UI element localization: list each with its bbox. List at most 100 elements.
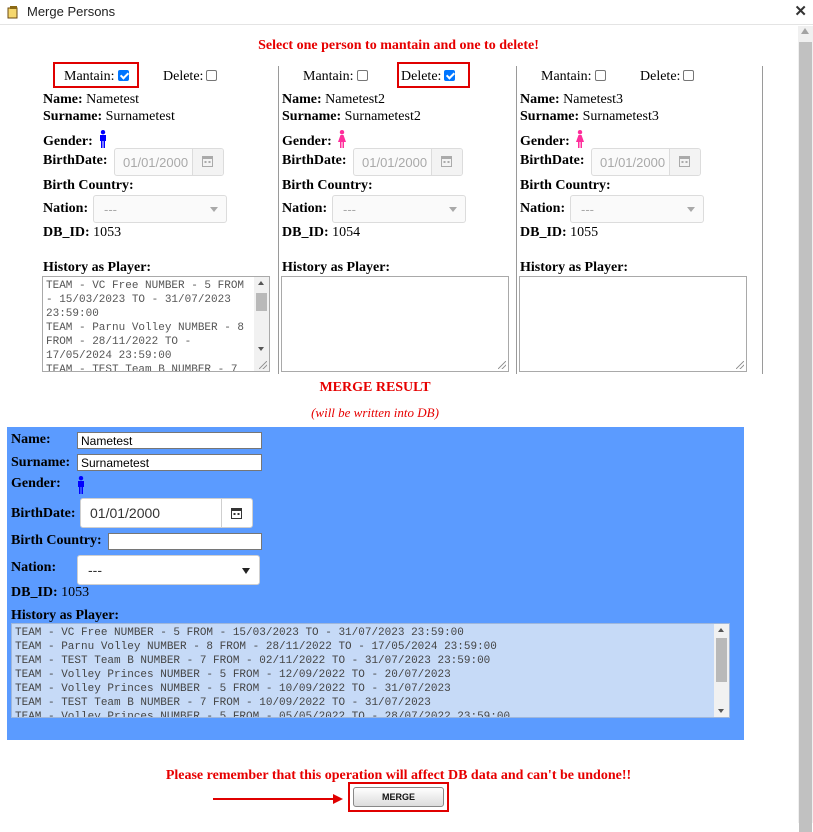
window-scrollbar[interactable] [798, 26, 813, 832]
checkbox-checked[interactable] [117, 70, 129, 82]
merge-nation-label: Nation: [11, 560, 57, 575]
person-column-2: Mantain: Delete: Name: Nametest2 Surname… [278, 62, 517, 374]
mantain-label: Mantain: [303, 69, 354, 84]
person-column-1: Mantain: Delete: Name: Nametest Surname:… [40, 62, 278, 374]
nation-select-disabled: --- [570, 195, 704, 223]
db-id-row: DB_ID: 1055 [520, 225, 599, 240]
db-id-row: DB_ID: 1054 [282, 225, 361, 240]
birthdate-input-disabled: 01/01/2000 [591, 148, 701, 176]
checkbox-unchecked[interactable] [206, 70, 218, 82]
birthdate-label: BirthDate: [520, 153, 585, 168]
birth-country-row: Birth Country: [520, 178, 611, 193]
merge-db-id-label: DB_ID: 1053 [11, 585, 90, 600]
surname-row: Surname: Surnametest3 [520, 109, 659, 124]
name-row: Name: Nametest [43, 92, 140, 107]
nation-select-disabled: --- [332, 195, 466, 223]
gender-row: Gender: [282, 130, 347, 150]
chevron-down-icon [687, 207, 695, 212]
app-icon [7, 6, 18, 19]
history-textarea[interactable] [281, 276, 509, 372]
merge-result-subtitle: (will be written into DB) [311, 405, 439, 420]
chevron-down-icon [210, 207, 218, 212]
merge-birth-country-label: Birth Country: [11, 533, 102, 548]
scroll-thumb[interactable] [799, 42, 812, 832]
merge-nation-select[interactable]: --- [77, 555, 260, 585]
history-textarea[interactable] [519, 276, 747, 372]
calendar-icon [231, 508, 242, 519]
birthdate-input-disabled: 01/01/2000 [114, 148, 224, 176]
gender-row: Gender: [43, 130, 107, 150]
textarea-scrollbar[interactable] [254, 277, 269, 371]
female-person-icon [576, 130, 585, 148]
female-person-icon [338, 130, 347, 148]
checkbox-unchecked[interactable] [594, 70, 606, 82]
person-name: Nametest [86, 92, 140, 107]
male-person-icon [78, 476, 84, 494]
birthdate-label: BirthDate: [282, 153, 347, 168]
person-surname: Surnametest3 [582, 109, 659, 124]
db-id-row: DB_ID: 1053 [43, 225, 122, 240]
db-id-value: 1053 [93, 225, 122, 240]
merge-birthdate-input[interactable]: 01/01/2000 [80, 498, 253, 528]
history-label: History as Player: [282, 260, 391, 275]
birthdate-input-disabled: 01/01/2000 [353, 148, 463, 176]
close-icon[interactable]: ✕ [794, 2, 807, 20]
db-id-value: 1055 [570, 225, 599, 240]
chevron-down-icon [242, 568, 250, 574]
merge-button[interactable]: MERGE [353, 787, 444, 807]
merge-history-textarea[interactable]: TEAM - VC Free NUMBER - 5 FROM - 15/03/2… [11, 623, 730, 718]
resize-grip-icon[interactable] [259, 361, 267, 369]
scroll-up-arrow-icon[interactable] [801, 28, 809, 34]
merge-birthdate-label: BirthDate: [11, 506, 76, 521]
checkbox-checked[interactable] [444, 70, 456, 82]
resize-grip-icon[interactable] [498, 361, 506, 369]
merge-name-input[interactable] [77, 432, 262, 449]
merge-result-title: MERGE RESULT [319, 380, 431, 395]
history-label: History as Player: [520, 260, 629, 275]
nation-label: Nation: [520, 201, 566, 216]
gender-row: Gender: [520, 130, 585, 150]
mantain-checkbox-2[interactable]: Mantain: [303, 68, 368, 86]
merge-name-label: Name: [11, 432, 51, 447]
resize-grip-icon[interactable] [736, 361, 744, 369]
merge-history-label: History as Player: [11, 608, 120, 623]
calendar-button[interactable] [221, 499, 252, 527]
person-column-3: Mantain: Delete: Name: Nametest3 Surname… [516, 66, 763, 374]
mantain-checkbox-3[interactable]: Mantain: [541, 68, 606, 86]
birth-country-row: Birth Country: [43, 178, 134, 193]
arrow-right-icon [213, 798, 335, 800]
nation-select-disabled: --- [93, 195, 227, 223]
mantain-checkbox-1[interactable]: Mantain: [64, 68, 129, 86]
delete-label: Delete: [401, 69, 442, 84]
mantain-label: Mantain: [64, 69, 115, 84]
calendar-icon [679, 156, 690, 167]
checkbox-unchecked[interactable] [683, 70, 695, 82]
nation-label: Nation: [282, 201, 328, 216]
checkbox-unchecked[interactable] [356, 70, 368, 82]
mantain-label: Mantain: [541, 69, 592, 84]
instruction-text: Select one person to mantain and one to … [258, 38, 539, 53]
person-surname: Surnametest2 [344, 109, 421, 124]
birthdate-label: BirthDate: [43, 153, 108, 168]
nation-label: Nation: [43, 201, 89, 216]
delete-label: Delete: [640, 69, 681, 84]
delete-checkbox-2[interactable]: Delete: [401, 68, 456, 86]
delete-checkbox-1[interactable]: Delete: [163, 68, 218, 86]
history-textarea[interactable]: TEAM - VC Free NUMBER - 5 FROM - 15/03/2… [42, 276, 270, 372]
merge-surname-label: Surname: [11, 455, 71, 470]
window-titlebar: Merge Persons ✕ [0, 0, 813, 25]
surname-row: Surname: Surnametest [43, 109, 175, 124]
textarea-scrollbar[interactable] [714, 624, 729, 717]
person-surname: Surnametest [105, 109, 175, 124]
arrow-head-icon [333, 794, 343, 804]
surname-row: Surname: Surnametest2 [282, 109, 421, 124]
chevron-down-icon [449, 207, 457, 212]
window-title: Merge Persons [27, 4, 116, 19]
male-person-icon [100, 130, 107, 148]
delete-checkbox-3[interactable]: Delete: [640, 68, 695, 86]
calendar-icon [202, 156, 213, 167]
merge-birth-country-input[interactable] [108, 533, 262, 550]
merge-surname-input[interactable] [77, 454, 262, 471]
delete-label: Delete: [163, 69, 204, 84]
name-row: Name: Nametest2 [282, 92, 386, 107]
